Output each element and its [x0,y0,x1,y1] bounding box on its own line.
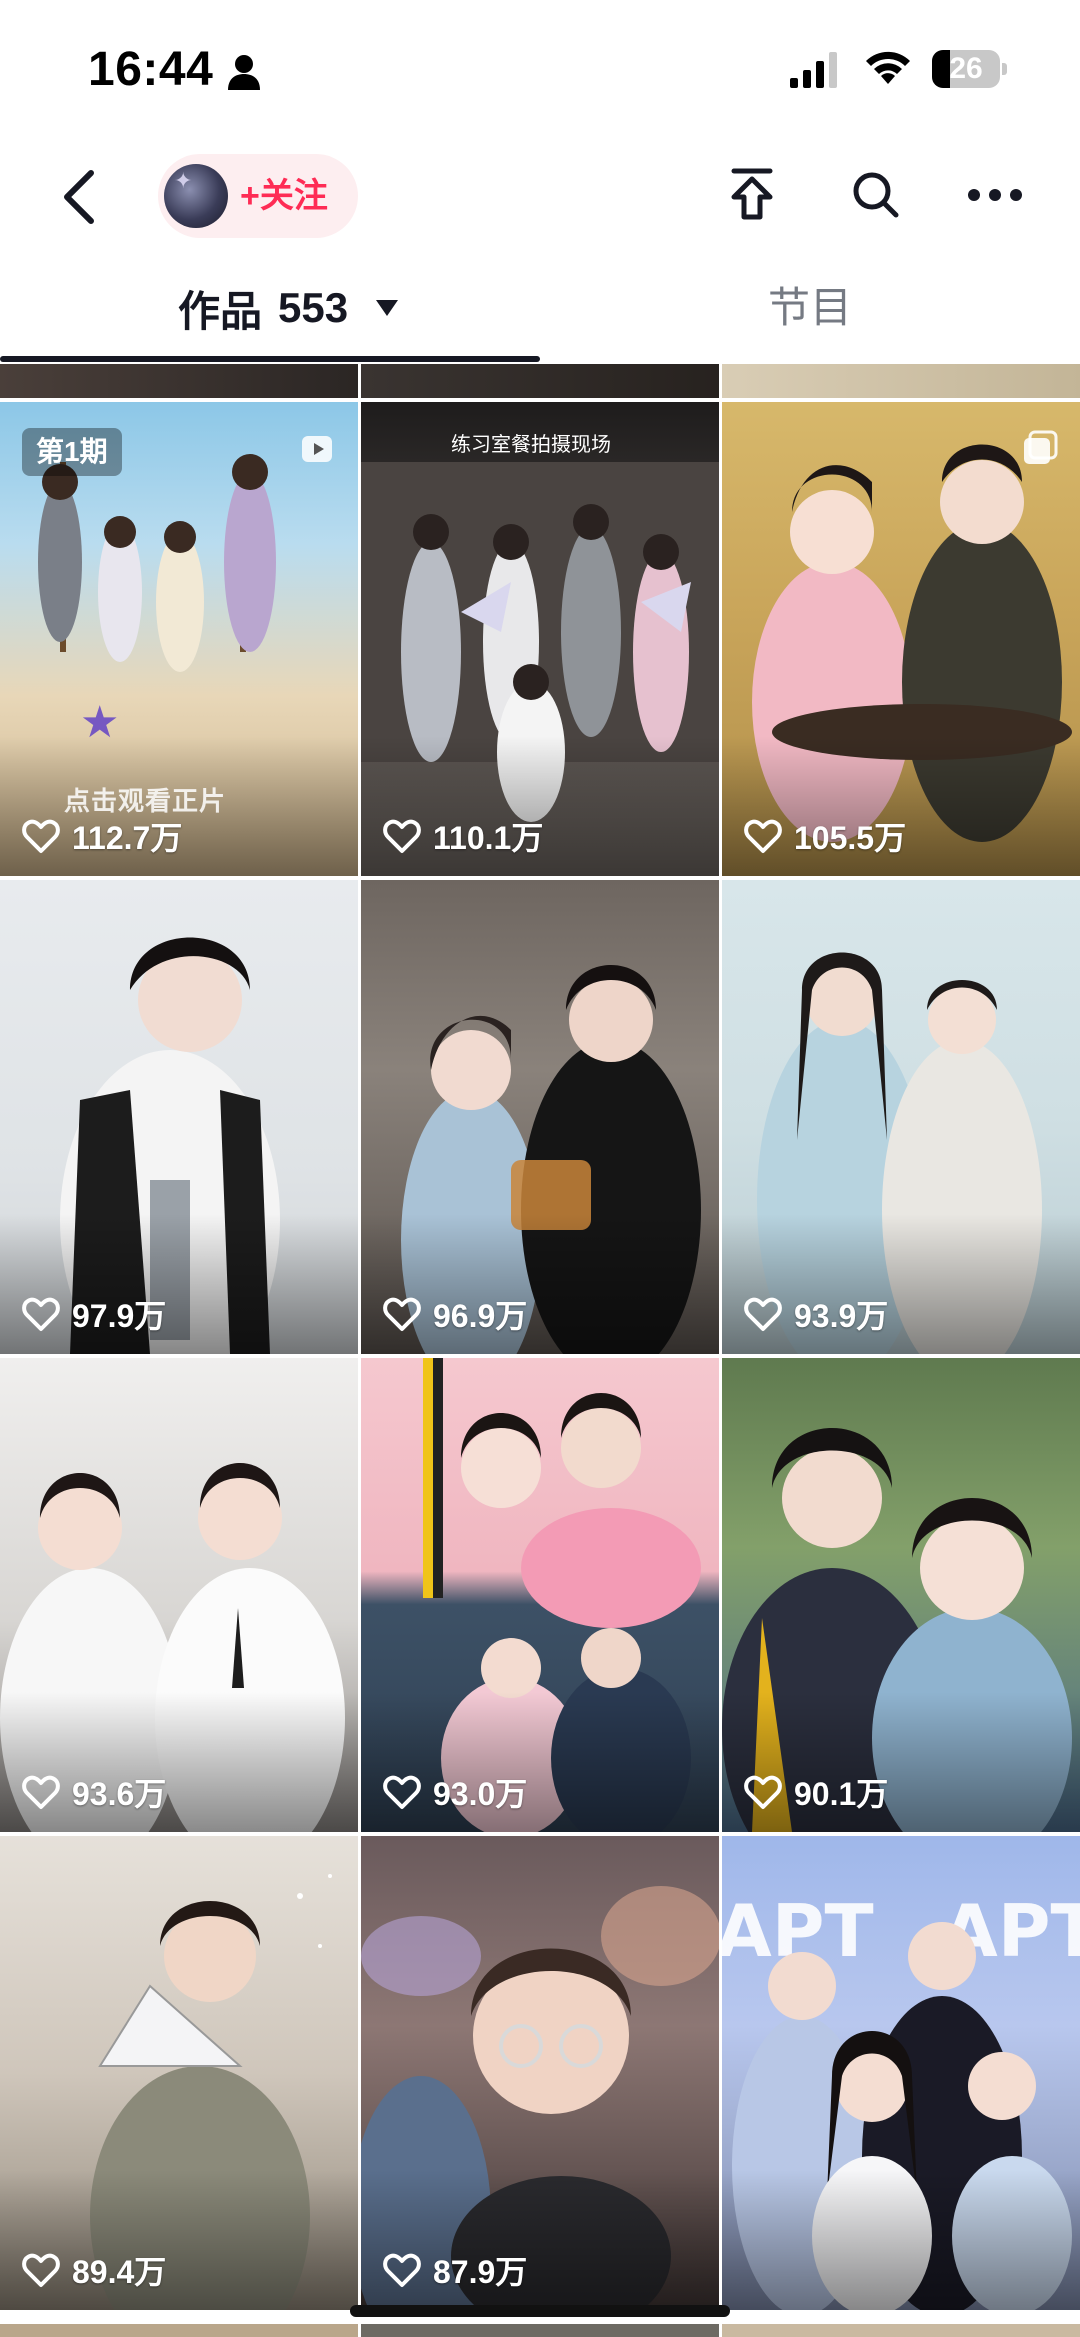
heart-icon [383,2253,421,2287]
share-icon [731,168,773,220]
tile-partial[interactable] [722,2324,1080,2337]
like-count: 89.4万 [22,2250,166,2290]
tab-active-indicator [0,356,540,362]
like-count: 87.9万 [383,2250,527,2290]
heart-icon [22,819,60,853]
tile-partial[interactable] [361,364,719,398]
search-button[interactable] [842,160,910,230]
like-count: 96.9万 [383,1294,527,1334]
like-count: 110.1万 [383,816,543,856]
tab-works-count: 553 [278,284,349,331]
tab-works-label: 作品 [178,287,263,335]
like-count-value: 89.4万 [72,2254,167,2290]
video-icon [302,436,332,462]
like-count-value: 96.9万 [433,1298,528,1334]
video-tile[interactable]: 练习室餐拍摄现场 110.1万 [361,402,719,876]
heart-icon [22,1297,60,1331]
status-time: 16:44 [88,43,214,96]
heart-icon [744,819,782,853]
like-count: 97.9万 [22,1294,166,1334]
tile-partial[interactable] [0,2324,358,2337]
like-count: 93.9万 [744,1294,888,1334]
partial-row-bottom [0,2324,1080,2337]
video-tile[interactable]: 96.9万 [361,880,719,1354]
back-icon [64,170,94,224]
tab-works[interactable]: 作品 553 [178,278,400,338]
like-count-value: 105.5万 [794,820,907,856]
video-tile[interactable]: 97.9万 [0,880,358,1354]
home-indicator[interactable] [350,2305,730,2317]
like-count-value: 97.9万 [72,1298,167,1334]
heart-icon [744,1775,782,1809]
like-count: 90.1万 [744,1772,888,1812]
video-tile[interactable]: 89.4万 [0,1836,358,2310]
video-tile[interactable]: 90.1万 [722,1358,1080,1832]
gallery-icon [1024,430,1058,464]
heart-icon [383,819,421,853]
heart-icon [22,2253,60,2287]
heart-icon [383,1775,421,1809]
nav-bar: ✦ +关注 [0,140,1080,260]
video-tile[interactable]: APT APT [722,1836,1080,2310]
video-grid: ★ 第1期 点击观看正片 112.7万 练习室餐拍摄现场 110.1万 105.… [0,364,1080,2337]
tile-partial[interactable] [361,2324,719,2337]
back-button[interactable] [44,162,114,232]
video-caption: 练习室餐拍摄现场 [451,434,611,456]
follow-button[interactable]: +关注 [240,154,328,238]
like-count: 93.6万 [22,1772,166,1812]
heart-icon [744,1297,782,1331]
tab-programs[interactable]: 节目 [768,278,852,338]
avatar-logo: ✦ [174,169,193,194]
tile-scrim [722,2170,1080,2310]
caret-down-icon[interactable] [374,298,400,318]
video-tile[interactable]: 93.9万 [722,880,1080,1354]
partial-row [0,364,1080,398]
like-count: 93.0万 [383,1772,527,1812]
battery-tip [1002,63,1007,75]
share-button[interactable] [720,160,784,230]
video-tile[interactable]: 93.6万 [0,1358,358,1832]
video-tile[interactable]: ★ 第1期 点击观看正片 112.7万 [0,402,358,876]
more-button[interactable] [960,160,1030,230]
more-icon [968,189,1022,201]
like-count-value: 90.1万 [794,1776,889,1812]
like-count-value: 110.1万 [433,820,544,856]
search-icon [853,172,899,218]
battery-icon: 26 [932,50,1007,88]
like-count: 112.7万 [22,816,182,856]
heart-icon [383,1297,421,1331]
follow-pill[interactable]: ✦ +关注 [158,154,358,238]
heart-icon [22,1775,60,1809]
battery-level: 26 [949,52,983,85]
battery-body: 26 [932,50,1000,88]
like-count-value: 112.7万 [72,820,183,856]
tile-partial[interactable] [0,364,358,398]
like-count-value: 87.9万 [433,2254,528,2290]
video-tile[interactable]: 105.5万 [722,402,1080,876]
tile-partial[interactable] [722,364,1080,398]
like-count: 105.5万 [744,816,906,856]
like-count-value: 93.6万 [72,1776,167,1812]
episode-badge: 第1期 [22,428,122,476]
signal-icon [790,52,837,88]
like-count-value: 93.0万 [433,1776,528,1812]
profile-tabs: 作品 553 节目 [0,260,1080,364]
video-tile[interactable]: 93.0万 [361,1358,719,1832]
status-bar: 16:44 26 [0,0,1080,140]
avatar[interactable]: ✦ [164,164,228,228]
like-count-value: 93.9万 [794,1298,889,1334]
person-icon [228,55,260,90]
video-tile[interactable]: 87.9万 [361,1836,719,2310]
wifi-icon [866,51,910,84]
